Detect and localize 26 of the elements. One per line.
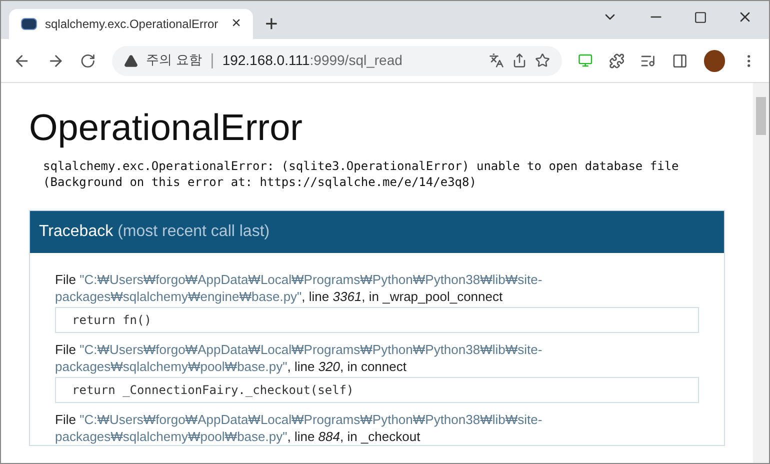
- new-tab-button[interactable]: +: [265, 13, 278, 35]
- separator: |: [210, 50, 214, 70]
- reload-icon[interactable]: [80, 52, 96, 68]
- address-bar[interactable]: 주의 요함 | 192.168.0.111:9999/sql_read: [112, 46, 562, 76]
- profile-avatar[interactable]: [704, 50, 726, 72]
- translate-icon[interactable]: [488, 53, 504, 68]
- frame-location: File "C:₩Users₩forgo₩AppData₩Local₩Programs₩Python₩Python38₩lib₩site-packages₩sqlalchemy₩pool₩base.py", line 884, in _checkout: [55, 411, 544, 445]
- warning-icon: [124, 54, 138, 68]
- tab-title: sqlalchemy.exc.OperationalError: [45, 16, 220, 33]
- error-title: OperationalError: [29, 109, 304, 146]
- screen-icon[interactable]: [578, 53, 593, 68]
- tab-close-button[interactable]: ×: [232, 16, 241, 32]
- error-message: sqlalchemy.exc.OperationalError: (sqlite3.OperationalError) unable to open database file: [43, 158, 680, 174]
- frame-location: File "C:₩Users₩forgo₩AppData₩Local₩Programs₩Python₩Python38₩lib₩site-packages₩sqlalchemy₩engine₩base.py", line 3361, in _wrap_pool_connect: [55, 271, 544, 305]
- extensions-icon[interactable]: [608, 52, 624, 68]
- error-message: (Background on this error at: https://sqlalche.me/e/14/e3q8): [43, 174, 478, 190]
- traceback-header: Traceback (most recent call last): [30, 211, 724, 253]
- url-text: 192.168.0.111:9999/sql_read: [222, 51, 404, 70]
- frame-location: File "C:₩Users₩forgo₩AppData₩Local₩Programs₩Python₩Python38₩lib₩site-packages₩sqlalchemy₩pool₩base.py", line 320, in connect: [55, 341, 544, 375]
- side-panel-icon[interactable]: [672, 52, 688, 68]
- browser-tab[interactable]: sqlalchemy.exc.OperationalError ×: [9, 9, 253, 39]
- bookmark-star-icon[interactable]: [534, 53, 550, 68]
- security-label: 주의 요함: [146, 52, 202, 70]
- share-icon[interactable]: [512, 53, 527, 68]
- maximize-icon[interactable]: [694, 10, 707, 24]
- terminal-icon: [21, 18, 37, 30]
